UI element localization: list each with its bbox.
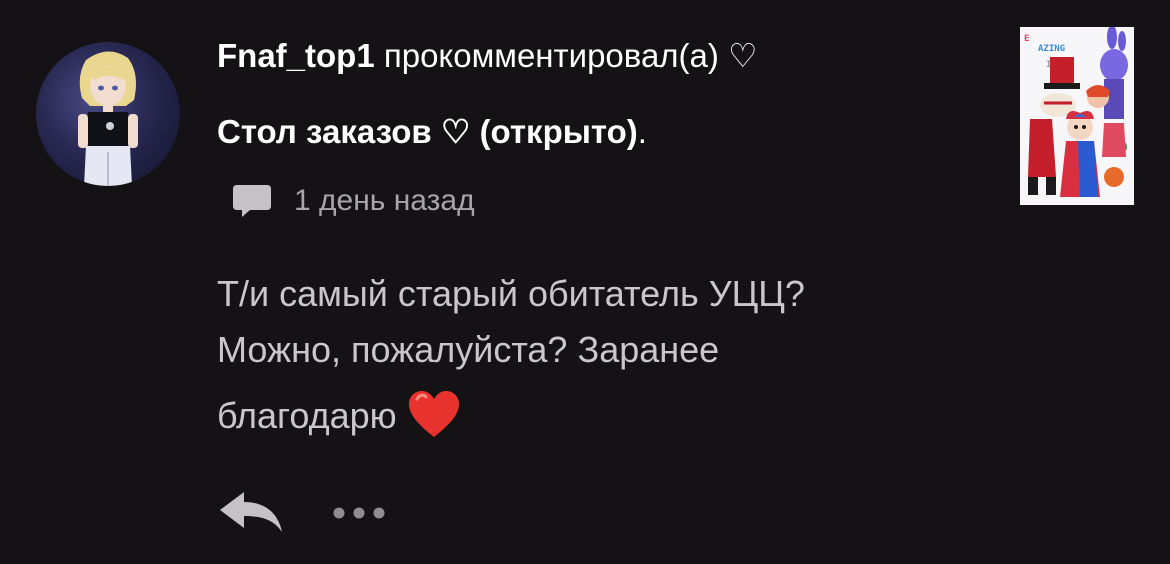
post-title-suffix: . — [637, 113, 647, 150]
comment-line-3: благодарю — [217, 388, 977, 444]
comment-meta: 1 день назад — [232, 180, 475, 222]
post-title-text: Стол заказов ♡ (открыто) — [217, 113, 638, 150]
timestamp: 1 день назад — [294, 184, 475, 217]
post-thumbnail[interactable]: E AZING ITAL — [1020, 27, 1134, 205]
comment-line-2: Можно, пожалуйста? Заранее — [217, 329, 720, 370]
more-dots-icon[interactable] — [328, 500, 390, 526]
comment-header: Fnaf_top1 прокомментировал(а) ♡ — [217, 34, 758, 78]
red-heart-icon — [408, 391, 459, 438]
comment-line-1: Т/и самый старый обитатель УЦЦ? — [217, 273, 805, 314]
post-title[interactable]: Стол заказов ♡ (открыто). — [217, 108, 647, 156]
comment-bubble-icon — [233, 185, 271, 217]
comment-body: Т/и самый старый обитатель УЦЦ? Можно, п… — [217, 266, 977, 444]
reply-arrow-icon[interactable] — [218, 488, 284, 536]
username-link[interactable]: Fnaf_top1 — [217, 37, 375, 74]
action-text: прокомментировал(а) ♡ — [374, 37, 758, 74]
comment-line-3-text: благодарю — [217, 395, 397, 436]
svg-text:AZING: AZING — [1038, 44, 1065, 54]
svg-text:E: E — [1024, 34, 1029, 44]
user-avatar[interactable] — [36, 42, 180, 186]
